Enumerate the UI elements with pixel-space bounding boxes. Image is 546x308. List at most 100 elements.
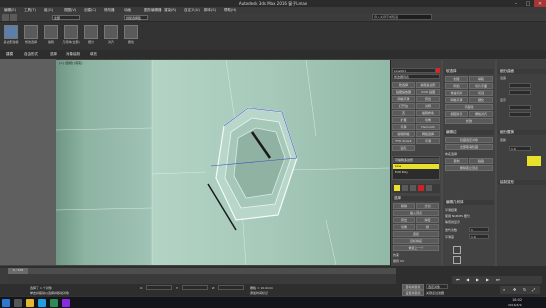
- modifier-button[interactable]: 软选择: [392, 82, 415, 88]
- render-smoothness-field[interactable]: [509, 90, 531, 95]
- x-coord-field[interactable]: [146, 285, 172, 290]
- start-icon[interactable]: [2, 299, 10, 307]
- modify-selection-icon[interactable]: [24, 25, 38, 39]
- rollout-soft-selection[interactable]: 软选择: [444, 69, 494, 74]
- remove-modifier-icon[interactable]: [418, 185, 424, 191]
- key-filters-button[interactable]: 关键点过滤器: [426, 291, 444, 295]
- weld-button[interactable]: 焊接: [416, 217, 439, 223]
- maximize-viewport-icon[interactable]: ⤢: [532, 287, 535, 292]
- tab-modeling[interactable]: 建模: [6, 52, 13, 57]
- remove-button[interactable]: 移除: [393, 203, 415, 209]
- modifier-button[interactable]: Hsmooth: [416, 124, 440, 130]
- align-icon[interactable]: [104, 25, 118, 39]
- object-name-field[interactable]: Line001: [392, 68, 436, 73]
- extrude-button[interactable]: 挤出: [393, 217, 415, 223]
- chamfer-button[interactable]: 切角: [393, 224, 415, 230]
- rollout-subdivision-surface[interactable]: 细分曲面: [498, 69, 546, 74]
- weight-field[interactable]: 1.0: [509, 146, 531, 151]
- geometry-icon[interactable]: [64, 25, 78, 39]
- go-to-start-icon[interactable]: ⏮: [456, 277, 460, 282]
- relax-button[interactable]: 松弛: [445, 118, 493, 124]
- search-input[interactable]: 键入关键字或短语: [372, 14, 432, 20]
- viewport-label[interactable]: [+] [透视] [真实]: [59, 61, 82, 65]
- split-button[interactable]: 分割: [416, 203, 439, 209]
- modifier-button[interactable]: 平滑: [416, 138, 440, 144]
- stack-item[interactable]: Edit Poly: [393, 170, 439, 175]
- app-icon[interactable]: [62, 299, 70, 307]
- modifier-button[interactable]: 编辑网格: [392, 131, 415, 137]
- rollout-edit-edges[interactable]: 编辑边: [444, 130, 494, 135]
- modifier-button[interactable]: 挤出: [416, 96, 440, 102]
- delete-isolated-button[interactable]: 删除孤立顶点: [445, 165, 493, 171]
- view-align-button[interactable]: 视图对齐: [445, 111, 468, 117]
- selected-dropdown[interactable]: 选定对象: [426, 284, 448, 289]
- repeat-last-button[interactable]: 重复上一个: [393, 245, 439, 251]
- checkbox[interactable]: [453, 246, 461, 254]
- go-to-end-icon[interactable]: ⏭: [496, 277, 500, 282]
- modifier-button[interactable]: 扩展: [392, 117, 415, 123]
- selection-set-dropdown[interactable]: 创建选择集: [124, 15, 148, 20]
- tab-object-paint[interactable]: 对象绘制: [66, 52, 80, 57]
- stack-item[interactable]: 可编辑多边形: [393, 158, 439, 163]
- redo-icon[interactable]: [10, 14, 17, 21]
- grid-align-button[interactable]: 栅格对齐: [469, 111, 493, 117]
- paste-button[interactable]: 粘贴: [469, 158, 493, 164]
- object-color-swatch[interactable]: [436, 68, 440, 73]
- modifier-button[interactable]: 网格平滑: [392, 96, 415, 102]
- orbit-icon[interactable]: ↻: [523, 287, 526, 292]
- unhide-all-button[interactable]: 全部取消隐藏: [445, 144, 493, 150]
- render-iterations-field[interactable]: [509, 83, 531, 88]
- minimize-button[interactable]: –: [510, 0, 522, 7]
- configure-modifier-sets-icon[interactable]: [426, 185, 432, 191]
- next-frame-icon[interactable]: ▶: [486, 277, 489, 282]
- y-coord-field[interactable]: [182, 285, 208, 290]
- highlight-swatch[interactable]: [527, 156, 541, 166]
- z-coord-field[interactable]: [218, 285, 244, 290]
- modifier-button[interactable]: 对称: [416, 103, 440, 109]
- modifier-button[interactable]: 切角: [416, 117, 440, 123]
- subdivide-icon[interactable]: [84, 25, 98, 39]
- copy-button[interactable]: 复制: [445, 158, 468, 164]
- close-button[interactable]: ✕: [534, 0, 546, 7]
- play-icon[interactable]: ▶: [476, 277, 479, 282]
- perspective-viewport[interactable]: [+] [透视] [真实]: [56, 60, 390, 265]
- smoothness-field[interactable]: 1.0: [469, 234, 489, 239]
- meshsmooth-button[interactable]: 网格平滑: [445, 97, 468, 103]
- modifier-button[interactable]: 壳: [392, 110, 415, 116]
- attach-button[interactable]: 附加: [445, 83, 468, 89]
- zoom-icon[interactable]: ⌕: [503, 287, 505, 292]
- show-end-result-icon[interactable]: [402, 185, 408, 191]
- checkbox[interactable]: [453, 256, 461, 264]
- display-iterations-field[interactable]: [509, 105, 531, 110]
- tessellate-button[interactable]: 细化: [469, 97, 493, 103]
- collapse-button[interactable]: 塌陷: [469, 76, 493, 82]
- tab-freeform[interactable]: 自由形式: [24, 52, 38, 57]
- cut-button[interactable]: 切割: [469, 90, 493, 96]
- tab-selection[interactable]: 选择: [50, 52, 57, 57]
- insert-vertex-button[interactable]: 插入顶点: [393, 210, 439, 216]
- rollout-selection[interactable]: 选择: [392, 196, 440, 201]
- rollout-edit-geometry[interactable]: 编辑几何体: [444, 200, 494, 205]
- modifier-button[interactable]: 打开边: [392, 103, 415, 109]
- quickslice-button[interactable]: 快速切片: [445, 90, 468, 96]
- maxscript-listener-icon[interactable]: [0, 268, 8, 284]
- target-weld-button[interactable]: 目标焊接: [393, 238, 439, 244]
- modifier-list-dropdown[interactable]: 修改器列表: [392, 74, 440, 79]
- add-time-tag[interactable]: 添加时间标记: [250, 291, 268, 295]
- modifier-button[interactable]: 编辑多边形: [416, 82, 440, 88]
- pan-icon[interactable]: ✥: [513, 287, 516, 292]
- stack-item-selected[interactable]: Line: [393, 164, 439, 169]
- undo-icon[interactable]: [2, 14, 9, 21]
- modifier-button[interactable]: 平滑: [392, 124, 415, 130]
- selection-filter-dropdown[interactable]: 全部: [52, 15, 80, 20]
- edit-icon[interactable]: [44, 25, 58, 39]
- file-explorer-icon[interactable]: [26, 299, 34, 307]
- pin-stack-icon[interactable]: [394, 185, 400, 191]
- 3dsmax-app-icon[interactable]: [50, 299, 58, 307]
- rollout-subdivision-displacement[interactable]: 细分置换: [498, 130, 546, 135]
- modifier-button[interactable]: 贴图缩放器: [392, 89, 415, 95]
- modifier-button[interactable]: 编辑样条: [416, 110, 440, 116]
- modifier-button[interactable]: 钻孔: [392, 145, 415, 151]
- make-planar-button[interactable]: 平面化: [445, 104, 493, 110]
- properties-icon[interactable]: [124, 25, 138, 39]
